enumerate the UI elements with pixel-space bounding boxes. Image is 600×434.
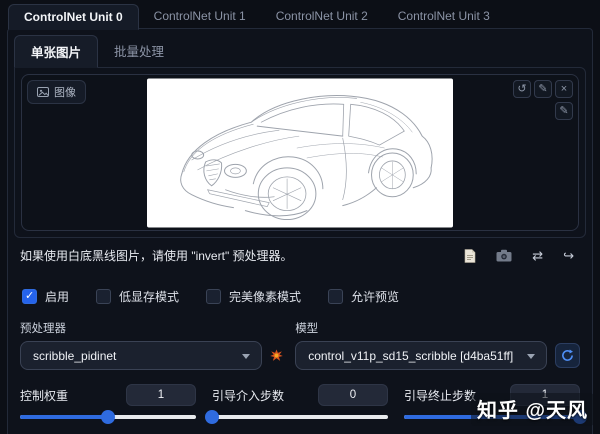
enable-checkbox[interactable]: 启用 (22, 288, 69, 305)
model-value: control_v11p_sd15_scribble [d4ba51ff] (308, 348, 514, 363)
starting-step-input[interactable]: 0 (318, 384, 388, 406)
preprocessor-dropdown[interactable]: scribble_pidinet (20, 341, 263, 370)
tab-controlnet-unit-0[interactable]: ControlNet Unit 0 (8, 4, 139, 30)
mode-tabbar: 单张图片 批量处理 (14, 35, 586, 68)
invert-note-row: 如果使用白底黑线图片，请使用 "invert" 预处理器。 ⇄ ↪ (20, 247, 580, 264)
webcam-icon[interactable] (496, 249, 512, 262)
refresh-models-button[interactable] (555, 343, 580, 368)
control-weight-input[interactable]: 1 (126, 384, 196, 406)
preprocessor-label: 预处理器 (20, 323, 66, 335)
controlnet-panel: ControlNet Unit 0 ControlNet Unit 1 Cont… (0, 0, 600, 434)
checkbox-box[interactable] (22, 289, 37, 304)
model-group: 模型 control_v11p_sd15_scribble [d4ba51ff] (295, 320, 580, 370)
checkbox-box[interactable] (96, 289, 112, 304)
model-label: 模型 (295, 323, 319, 335)
model-select-row: 预处理器 scribble_pidinet 模型 control_v11p_sd… (20, 320, 580, 370)
tab-controlnet-unit-3[interactable]: ControlNet Unit 3 (383, 4, 505, 29)
pixel-perfect-checkbox[interactable]: 完美像素模式 (206, 288, 301, 305)
tab-controlnet-unit-1[interactable]: ControlNet Unit 1 (139, 4, 261, 29)
image-chip-label: 图像 (54, 87, 76, 99)
model-dropdown[interactable]: control_v11p_sd15_scribble [d4ba51ff] (295, 341, 547, 370)
explosion-icon (270, 349, 284, 361)
tab-batch[interactable]: 批量处理 (98, 35, 180, 67)
control-weight-slider: 控制权重 1 (20, 384, 196, 424)
starting-step-slider: 引导介入步数 0 (205, 384, 388, 424)
run-preprocessor-button[interactable] (270, 349, 284, 362)
chevron-down-icon (527, 354, 535, 359)
slider-handle[interactable] (101, 410, 115, 424)
single-image-content: 图像 ↺ ✎ × ✎ (14, 67, 586, 238)
lowvram-label: 低显存模式 (119, 290, 180, 304)
enable-label: 启用 (45, 290, 70, 304)
send-dimensions-icon[interactable]: ↪ (563, 248, 574, 263)
tab-controlnet-unit-2[interactable]: ControlNet Unit 2 (261, 4, 383, 29)
close-icon[interactable]: × (555, 80, 573, 98)
slider-handle[interactable] (205, 410, 219, 424)
invert-note: 如果使用白底黑线图片，请使用 "invert" 预处理器。 (20, 249, 293, 263)
ending-step-label: 引导终止步数 (404, 388, 477, 403)
image-icon (37, 87, 49, 97)
control-weight-label: 控制权重 (20, 388, 69, 403)
image-toolbar: ↺ ✎ × (513, 80, 573, 98)
canvas-toolbar: ⇄ ↪ (464, 248, 574, 263)
preprocessor-group: 预处理器 scribble_pidinet (20, 320, 284, 370)
checkbox-box[interactable] (328, 289, 344, 304)
preprocessor-value: scribble_pidinet (33, 348, 117, 363)
checkbox-box[interactable] (206, 289, 222, 304)
starting-step-track[interactable] (205, 410, 388, 424)
car-sketch (180, 94, 433, 220)
allow-preview-label: 允许预览 (351, 290, 400, 304)
lowvram-checkbox[interactable]: 低显存模式 (96, 288, 179, 305)
unit-panel: 单张图片 批量处理 图像 ↺ ✎ × ✎ 如果使用白底黑线图片，请使用 "inv… (7, 28, 593, 434)
options-row: 启用 低显存模式 完美像素模式 允许预览 (22, 288, 580, 305)
zhihu-watermark: 知乎 @天风 (470, 393, 594, 426)
new-canvas-icon[interactable] (464, 248, 476, 263)
mirror-webcam-icon[interactable]: ⇄ (532, 248, 543, 263)
refresh-icon (562, 349, 573, 361)
undo-icon[interactable]: ↺ (513, 80, 531, 98)
allow-preview-checkbox[interactable]: 允许预览 (328, 288, 399, 305)
tab-single-image[interactable]: 单张图片 (14, 35, 99, 68)
image-chip: 图像 (27, 80, 86, 104)
pixel-perfect-label: 完美像素模式 (229, 290, 302, 304)
edit-icon[interactable]: ✎ (534, 80, 552, 98)
control-weight-track[interactable] (20, 410, 196, 424)
sketch-pencil-icon[interactable]: ✎ (555, 102, 573, 120)
starting-step-label: 引导介入步数 (212, 388, 285, 403)
unit-tabbar: ControlNet Unit 0 ControlNet Unit 1 Cont… (8, 4, 592, 30)
chevron-down-icon (242, 354, 251, 359)
image-dropzone[interactable]: 图像 ↺ ✎ × ✎ (21, 74, 579, 231)
uploaded-image (147, 78, 453, 227)
